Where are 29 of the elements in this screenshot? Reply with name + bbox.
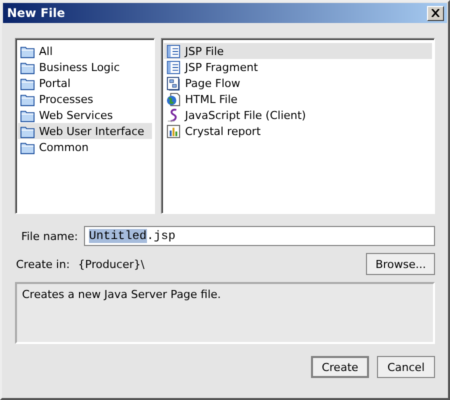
template-item[interactable]: HTML File xyxy=(164,91,432,107)
category-item[interactable]: All xyxy=(18,43,152,59)
file-name-label: File name: xyxy=(20,230,78,242)
cancel-button[interactable]: Cancel xyxy=(377,356,435,378)
flow-diagram-icon xyxy=(166,76,181,90)
file-name-field[interactable]: Untitled.jsp xyxy=(84,226,435,246)
create-in-path: {Producer}\ xyxy=(78,258,146,270)
close-icon xyxy=(431,9,440,17)
category-item[interactable]: Web User Interface xyxy=(18,123,152,139)
template-item[interactable]: JavaScript File (Client) xyxy=(164,107,432,123)
close-button[interactable] xyxy=(427,6,444,20)
description-text: Creates a new Java Server Page file. xyxy=(15,282,435,344)
category-item[interactable]: Common xyxy=(18,139,152,155)
category-item[interactable]: Business Logic xyxy=(18,59,152,75)
globe-document-icon xyxy=(166,92,181,106)
category-item[interactable]: Web Services xyxy=(18,107,152,123)
browse-button[interactable]: Browse... xyxy=(366,253,435,275)
category-item[interactable]: Portal xyxy=(18,75,152,91)
document-list-icon xyxy=(166,44,181,58)
document-list-icon xyxy=(166,60,181,74)
template-item[interactable]: Crystal report xyxy=(164,123,432,139)
create-in-label: Create in: xyxy=(15,258,71,270)
template-item[interactable]: JSP File xyxy=(164,43,432,59)
window-title: New File xyxy=(7,6,66,20)
category-item[interactable]: Processes xyxy=(18,91,152,107)
create-button[interactable]: Create xyxy=(311,356,369,378)
template-item[interactable]: JSP Fragment xyxy=(164,59,432,75)
template-item[interactable]: Page Flow xyxy=(164,75,432,91)
bar-chart-icon xyxy=(166,124,181,138)
